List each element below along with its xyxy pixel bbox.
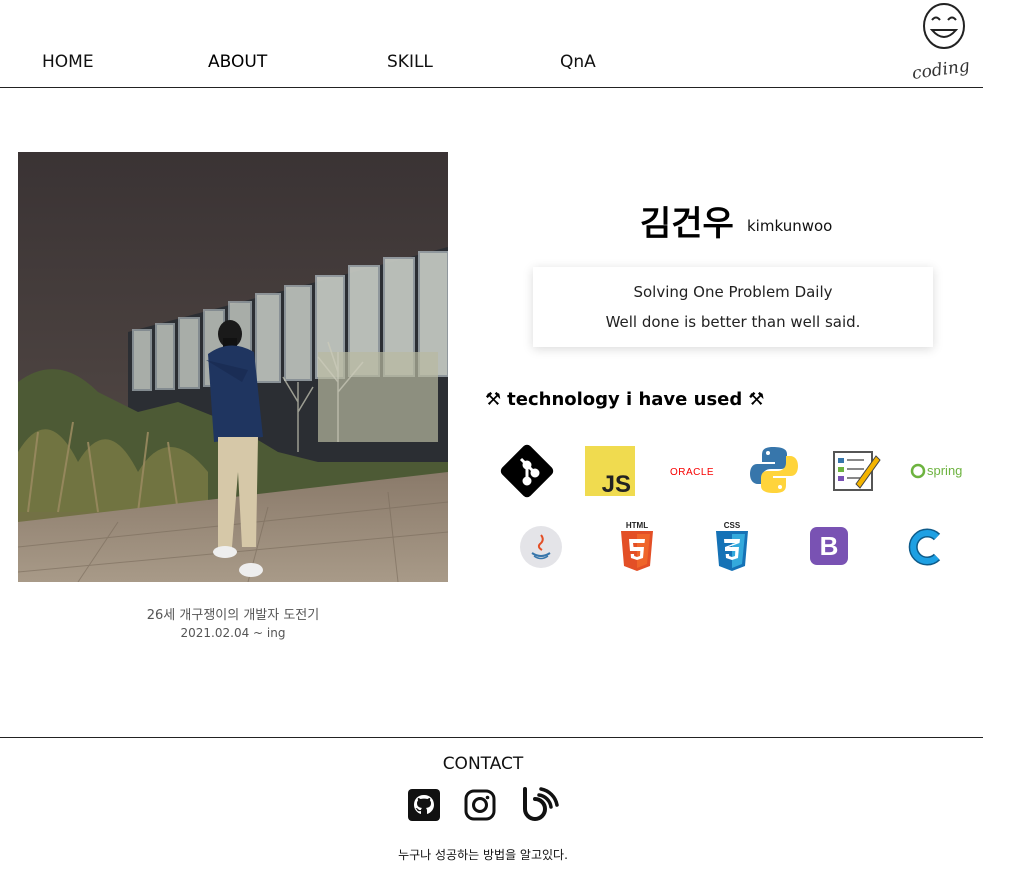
js-label: JS bbox=[602, 471, 631, 496]
nav-home[interactable]: HOME bbox=[42, 52, 94, 72]
logo-text: coding bbox=[911, 56, 971, 82]
tech-section-title: ⚒ technology i have used ⚒ bbox=[485, 389, 764, 410]
spring-icon: spring bbox=[910, 460, 968, 486]
contact-heading: CONTACT bbox=[442, 754, 524, 774]
top-nav: HOME ABOUT SKILL QnA coding bbox=[0, 0, 983, 88]
coding-logo[interactable]: coding bbox=[910, 0, 986, 84]
blog-icon[interactable] bbox=[521, 787, 559, 827]
css-label: CSS bbox=[724, 521, 741, 530]
oracle-icon: ORACLE bbox=[665, 462, 719, 484]
python-icon bbox=[748, 444, 800, 500]
tools-icon: ⚒ bbox=[485, 389, 502, 410]
instagram-icon[interactable] bbox=[464, 789, 496, 825]
motto-card: Solving One Problem Daily Well done is b… bbox=[533, 267, 933, 347]
profile-handle: kimkunwoo bbox=[747, 217, 833, 235]
motto-line-1: Solving One Problem Daily bbox=[633, 283, 833, 301]
profile-name: 김건우 bbox=[640, 204, 734, 244]
html-label: HTML bbox=[626, 521, 648, 530]
html5-icon: HTML bbox=[619, 520, 655, 576]
java-icon bbox=[519, 525, 563, 573]
bootstrap-label: B bbox=[820, 531, 839, 561]
nav-skill[interactable]: SKILL bbox=[387, 52, 433, 72]
oracle-label: ORACLE bbox=[670, 467, 714, 478]
editor-icon bbox=[832, 448, 882, 498]
bootstrap-icon: B bbox=[810, 527, 848, 569]
spring-label: spring bbox=[927, 463, 962, 478]
footer-tagline: 누구나 성공하는 방법을 알고있다. bbox=[398, 848, 568, 862]
github-icon[interactable] bbox=[408, 789, 440, 825]
footer-divider bbox=[0, 737, 983, 738]
css3-icon: CSS bbox=[714, 520, 750, 576]
tech-title-text: technology i have used bbox=[507, 389, 743, 410]
profile-photo bbox=[18, 152, 448, 582]
git-icon bbox=[499, 443, 555, 503]
tools-icon: ⚒ bbox=[748, 389, 765, 410]
photo-caption-title: 26세 개구쟁이의 개발자 도전기 bbox=[146, 608, 320, 623]
photo-caption-date: 2021.02.04 ~ ing bbox=[180, 626, 286, 640]
motto-line-2: Well done is better than well said. bbox=[605, 313, 861, 331]
c-language-icon bbox=[906, 527, 944, 571]
nav-about[interactable]: ABOUT bbox=[208, 52, 267, 72]
nav-qna[interactable]: QnA bbox=[560, 52, 596, 72]
javascript-icon: JS bbox=[585, 446, 635, 500]
